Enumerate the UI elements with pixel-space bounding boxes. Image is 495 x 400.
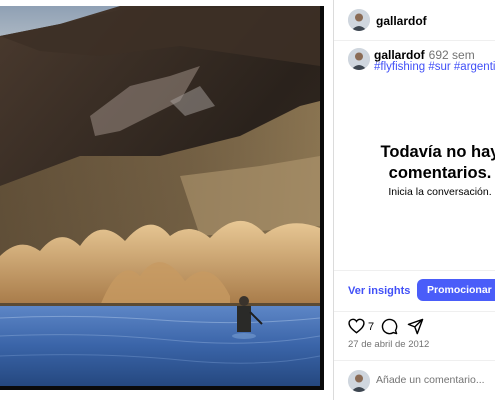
share-icon[interactable] xyxy=(407,318,424,340)
promote-post-button[interactable]: Promocionar publicación xyxy=(417,279,495,301)
comment-input[interactable] xyxy=(376,374,494,386)
insights-bar: Ver insights Promocionar publicación xyxy=(334,270,495,312)
caption-avatar[interactable] xyxy=(348,48,370,70)
post-date: 27 de abril de 2012 xyxy=(348,339,430,350)
post-header: gallardof xyxy=(334,0,495,41)
view-insights-link[interactable]: Ver insights xyxy=(348,285,410,297)
comment-avatar-image xyxy=(348,370,370,392)
add-comment-bar xyxy=(334,360,495,400)
caption-avatar-image xyxy=(348,48,370,70)
avatar-image xyxy=(348,9,370,31)
photo-pane xyxy=(0,0,333,400)
post-photo-image xyxy=(0,6,320,386)
header-username[interactable]: gallardof xyxy=(376,14,427,28)
post-photo[interactable] xyxy=(0,6,324,390)
caption-username[interactable]: gallardof xyxy=(374,48,425,62)
empty-comments-subtitle: Inicia la conversación. xyxy=(388,186,492,198)
post-side-panel: gallardof gallardof 692 sem #flyfishing #… xyxy=(333,0,495,400)
caption-line: gallardof 692 sem xyxy=(374,48,475,62)
empty-comments-title: Todavía no hay comentarios. xyxy=(380,143,495,182)
like-count[interactable]: 7 xyxy=(368,321,374,333)
comment-icon[interactable] xyxy=(381,318,398,340)
caption-time[interactable]: 692 sem xyxy=(429,48,475,62)
heart-icon[interactable] xyxy=(348,318,365,339)
caption-hashtags[interactable]: #flyfishing #sur #argentina xyxy=(374,61,495,73)
comment-avatar xyxy=(348,370,370,392)
avatar[interactable] xyxy=(348,9,370,31)
